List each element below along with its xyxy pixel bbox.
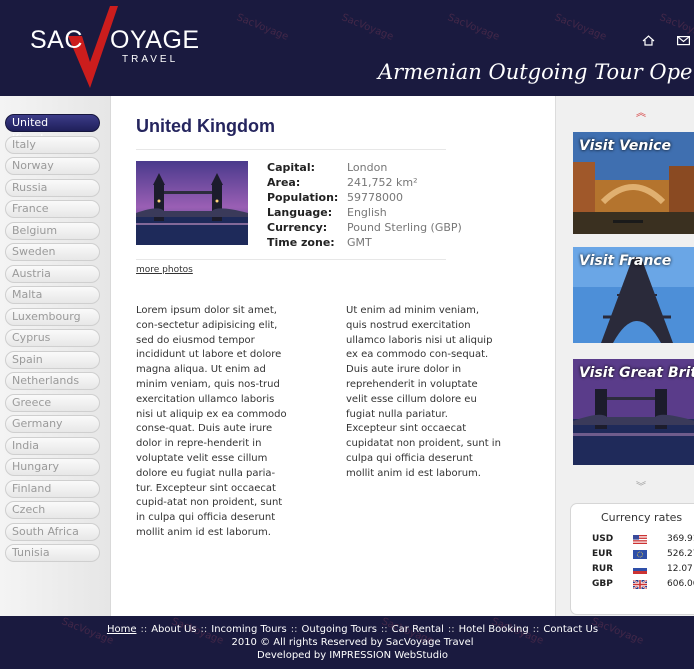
sidebar-item-greece[interactable]: Greece: [5, 394, 100, 412]
description-column-2: Ut enim ad minim veniam, quis nostrud ex…: [346, 305, 501, 479]
header-watermark: SacVoyage: [339, 12, 395, 43]
currency-rates-title: Currency rates: [601, 511, 683, 524]
sidebar-item-cyprus[interactable]: Cyprus: [5, 329, 100, 347]
header: SacVoyage SacVoyage SacVoyage SacVoyage …: [0, 0, 694, 96]
info-label-language: Language:: [267, 206, 333, 219]
footer-link-home[interactable]: Home: [107, 624, 137, 635]
description-column-1: Lorem ipsum dolor sit amet, con-sectetur…: [136, 305, 287, 538]
info-value-currency: Pound Sterling (GBP): [347, 221, 462, 234]
header-watermark: SacVoyage: [234, 12, 290, 43]
info-label-capital: Capital:: [267, 161, 315, 174]
sidebar-item-tunisia[interactable]: Tunisia: [5, 544, 100, 562]
right-panel: ︽ Visit Venice Visit France Visit Great …: [555, 96, 694, 616]
sidebar-item-netherlands[interactable]: Netherlands: [5, 372, 100, 390]
scroll-up-icon[interactable]: ︽: [636, 104, 646, 119]
footer-separator: ::: [200, 624, 208, 635]
sidebar-item-france[interactable]: France: [5, 200, 100, 218]
tagline: Armenian Outgoing Tour Operator: [378, 60, 694, 84]
currency-code-eur: EUR: [592, 549, 613, 559]
us-flag-icon: [633, 535, 647, 544]
sidebar-item-hungary[interactable]: Hungary: [5, 458, 100, 476]
header-watermark: SacVoyage: [445, 12, 501, 43]
sidebar-item-czech[interactable]: Czech: [5, 501, 100, 519]
home-icon[interactable]: [642, 35, 655, 46]
footer: SacVoyage SacVoyage SacVoyage SacVoyage …: [0, 616, 694, 669]
mail-icon[interactable]: [677, 35, 690, 46]
logo-text-right: OYAGE: [110, 26, 200, 54]
footer-separator: ::: [140, 624, 148, 635]
footer-copyright: 2010 © All rights Reserved by SacVoyage …: [231, 637, 474, 648]
footer-separator: ::: [380, 624, 388, 635]
currency-code-usd: USD: [592, 534, 614, 544]
sidebar-item-luxembourg[interactable]: Luxembourg: [5, 308, 100, 326]
promo-label-france: Visit France: [579, 253, 672, 269]
info-label-population: Population:: [267, 191, 339, 204]
footer-link-car-rental[interactable]: Car Rental: [392, 624, 444, 635]
info-label-currency: Currency:: [267, 221, 328, 234]
promo-label-venice: Visit Venice: [579, 138, 671, 154]
info-value-area: 241,752 km²: [347, 176, 418, 189]
more-photos-link[interactable]: more photos: [136, 265, 193, 275]
country-photo[interactable]: [136, 161, 248, 245]
footer-developer: Developed by IMPRESSION WebStudio: [257, 650, 448, 661]
info-label-timezone: Time zone:: [267, 236, 335, 249]
country-sidebar: United Kingdom Italy Norway Russia Franc…: [0, 96, 111, 616]
footer-separator: ::: [532, 624, 540, 635]
sidebar-item-italy[interactable]: Italy: [5, 136, 100, 154]
main-area: United Kingdom Italy Norway Russia Franc…: [0, 96, 694, 616]
info-label-area: Area:: [267, 176, 301, 189]
logo[interactable]: SAC OYAGE TRAVEL: [30, 4, 199, 92]
currency-rate-rur: 12.07: [667, 564, 693, 574]
currency-code-gbp: GBP: [592, 579, 613, 589]
footer-link-outgoing-tours[interactable]: Outgoing Tours: [301, 624, 376, 635]
sidebar-item-united-kingdom[interactable]: United Kingdom: [5, 114, 100, 145]
sidebar-item-india[interactable]: India: [5, 437, 100, 455]
sidebar-item-austria[interactable]: Austria: [5, 265, 100, 283]
currency-code-rur: RUR: [592, 564, 614, 574]
footer-link-hotel-booking[interactable]: Hotel Booking: [459, 624, 529, 635]
logo-text-left: SAC: [30, 26, 83, 54]
logo-subtitle: TRAVEL: [122, 54, 179, 65]
sidebar-item-malta[interactable]: Malta: [5, 286, 100, 304]
footer-link-contact-us[interactable]: Contact Us: [543, 624, 598, 635]
promo-banner-france[interactable]: Visit France: [573, 247, 694, 343]
page-title: United Kingdom: [136, 116, 275, 136]
sidebar-item-belgium[interactable]: Belgium: [5, 222, 100, 240]
currency-rate-gbp: 606.06: [667, 579, 694, 589]
promo-label-great-britain: Visit Great Britain: [579, 365, 694, 381]
sidebar-item-germany[interactable]: Germany: [5, 415, 100, 433]
footer-link-about-us[interactable]: About Us: [151, 624, 196, 635]
sidebar-item-south-africa[interactable]: South Africa: [5, 523, 100, 541]
currency-rates-box: Currency rates USD 369.91 EUR 526.27 RUR: [570, 503, 694, 615]
currency-rate-eur: 526.27: [667, 549, 694, 559]
currency-rate-usd: 369.91: [667, 534, 694, 544]
info-value-capital: London: [347, 161, 388, 174]
footer-nav: Home:: About Us:: Incoming Tours:: Outgoing…: [0, 624, 694, 635]
promo-banner-great-britain[interactable]: Visit Great Britain: [573, 359, 694, 465]
info-value-language: English: [347, 206, 387, 219]
sidebar-item-norway[interactable]: Norway: [5, 157, 100, 175]
sidebar-item-finland[interactable]: Finland: [5, 480, 100, 498]
promo-banner-venice[interactable]: Visit Venice: [573, 132, 694, 234]
info-value-timezone: GMT: [347, 236, 372, 249]
scroll-down-icon[interactable]: ︾: [636, 478, 646, 493]
info-value-population: 59778000: [347, 191, 403, 204]
sidebar-item-russia[interactable]: Russia: [5, 179, 100, 197]
divider: [136, 149, 446, 150]
sidebar-item-spain[interactable]: Spain: [5, 351, 100, 369]
footer-separator: ::: [447, 624, 455, 635]
footer-link-incoming-tours[interactable]: Incoming Tours: [211, 624, 286, 635]
eu-flag-icon: [633, 550, 647, 559]
footer-separator: ::: [290, 624, 298, 635]
sidebar-item-sweden[interactable]: Sweden: [5, 243, 100, 261]
header-watermark: SacVoyage: [552, 12, 608, 43]
russia-flag-icon: [633, 565, 647, 574]
uk-flag-icon: [633, 580, 647, 589]
divider: [136, 259, 446, 260]
